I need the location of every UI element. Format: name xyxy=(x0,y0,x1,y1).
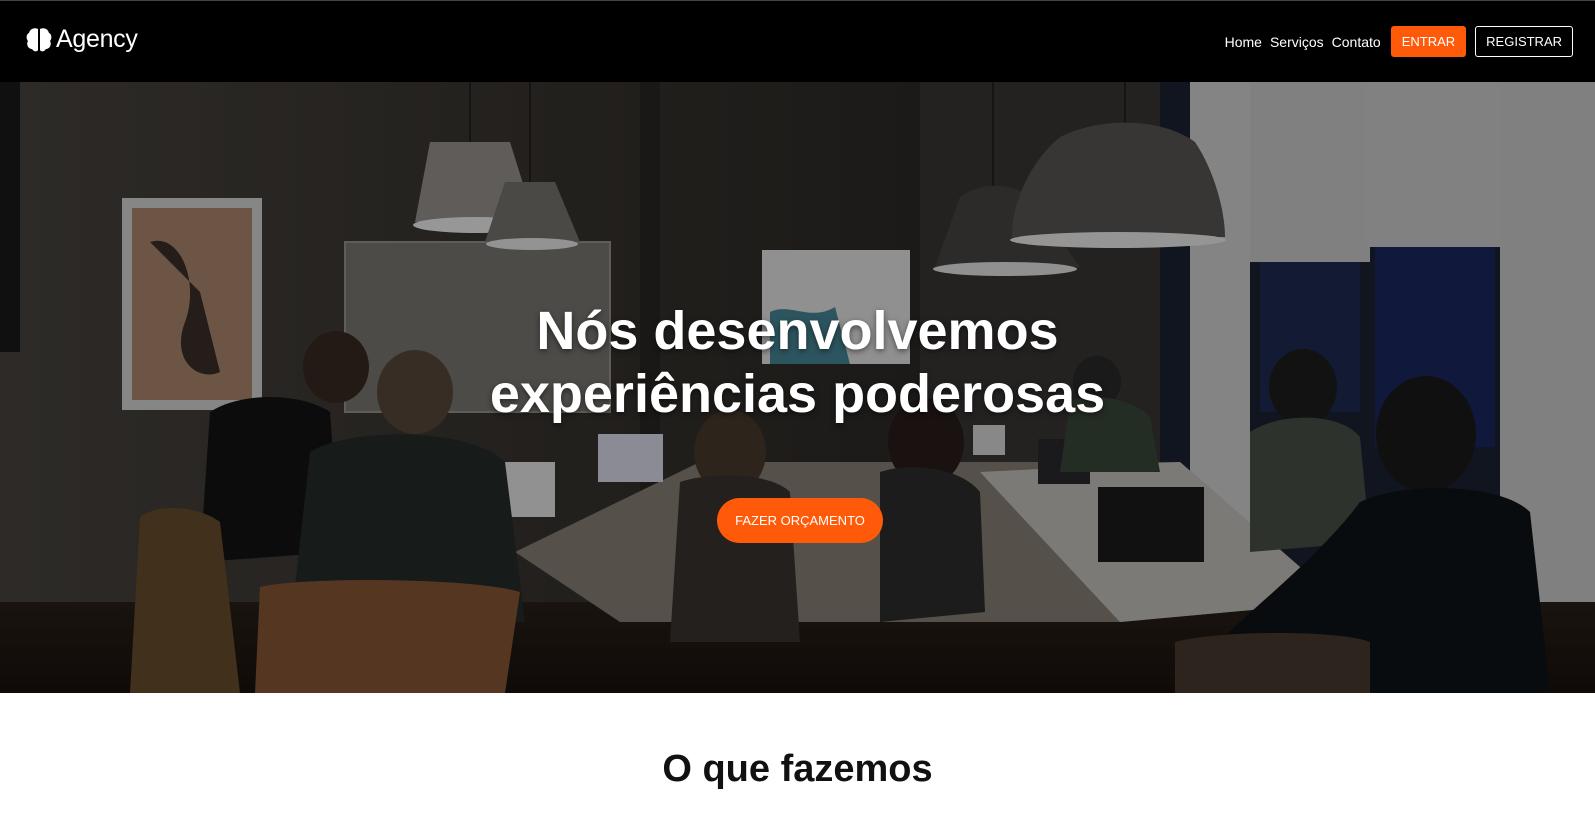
section-title: O que fazemos xyxy=(662,748,933,790)
top-navbar: Agency Home Serviços Contato ENTRAR REGI… xyxy=(0,0,1595,82)
nav-link-home[interactable]: Home xyxy=(1225,34,1262,50)
brain-icon xyxy=(26,27,52,51)
hero-title: Nós desenvolvemos experiências poderosas xyxy=(0,300,1595,426)
main-nav: Home Serviços Contato ENTRAR REGISTRAR xyxy=(1225,26,1573,57)
hero-section: Nós desenvolvemos experiências poderosas… xyxy=(0,82,1595,693)
request-quote-button[interactable]: FAZER ORÇAMENTO xyxy=(717,498,883,543)
nav-link-contato[interactable]: Contato xyxy=(1332,34,1381,50)
brand-name: Agency xyxy=(56,25,138,53)
nav-link-servicos[interactable]: Serviços xyxy=(1270,34,1324,50)
login-button[interactable]: ENTRAR xyxy=(1390,26,1467,57)
register-button[interactable]: REGISTRAR xyxy=(1475,26,1573,57)
brand-logo[interactable]: Agency xyxy=(26,25,138,54)
hero-title-line-2: experiências poderosas xyxy=(489,364,1106,424)
hero-title-line-1: Nós desenvolvemos xyxy=(536,301,1059,361)
